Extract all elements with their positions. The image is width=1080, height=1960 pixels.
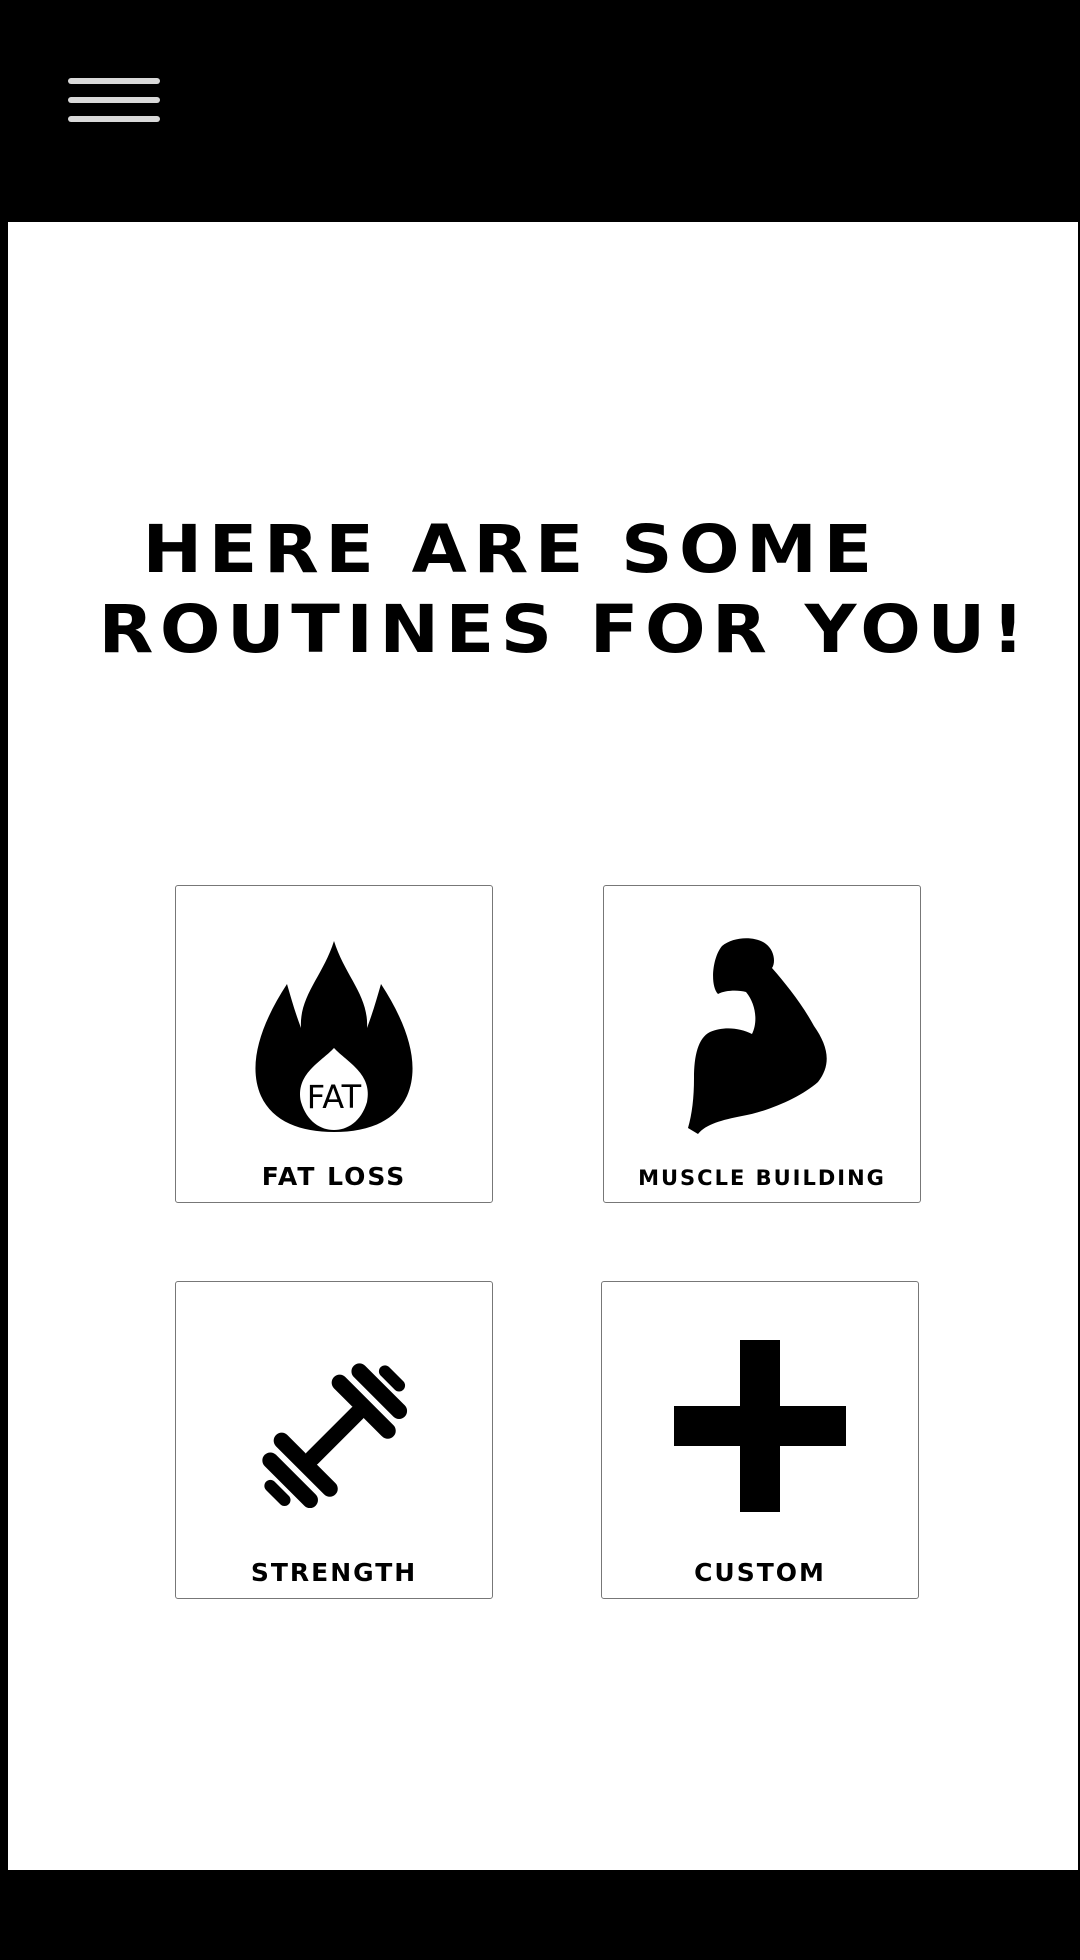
fat-loss-label: FAT LOSS (261, 1162, 407, 1191)
app-screen: HERE ARE SOME ROUTINES FOR YOU! FAT FAT … (0, 0, 1080, 1960)
muscle-building-card[interactable]: MUSCLE BUILDING (603, 885, 921, 1203)
strength-label: STRENGTH (250, 1558, 418, 1587)
top-app-bar (0, 0, 1080, 222)
page-title-line-2: ROUTINES FOR YOU! (98, 591, 1031, 668)
muscle-building-label: MUSCLE BUILDING (638, 1166, 886, 1190)
fat-loss-card[interactable]: FAT FAT LOSS (175, 885, 493, 1203)
menu-line (68, 97, 160, 103)
plus-icon (674, 1340, 846, 1512)
hamburger-menu-icon[interactable] (66, 72, 162, 128)
flame-icon: FAT (255, 941, 413, 1132)
flame-icon-text: FAT (307, 1078, 362, 1116)
menu-line (68, 116, 160, 122)
strength-card[interactable]: STRENGTH (175, 1281, 493, 1599)
custom-label: CUSTOM (694, 1558, 826, 1587)
page-title: HERE ARE SOME ROUTINES FOR YOU! (0, 510, 1080, 670)
custom-card[interactable]: CUSTOM (601, 1281, 919, 1599)
menu-line (68, 78, 160, 84)
page-title-line-1: HERE ARE SOME (142, 511, 879, 588)
flexed-bicep-icon (688, 938, 827, 1134)
main-content: HERE ARE SOME ROUTINES FOR YOU! FAT FAT … (8, 222, 1078, 1870)
bottom-bar (0, 1870, 1080, 1960)
dumbbell-icon (262, 1363, 408, 1509)
